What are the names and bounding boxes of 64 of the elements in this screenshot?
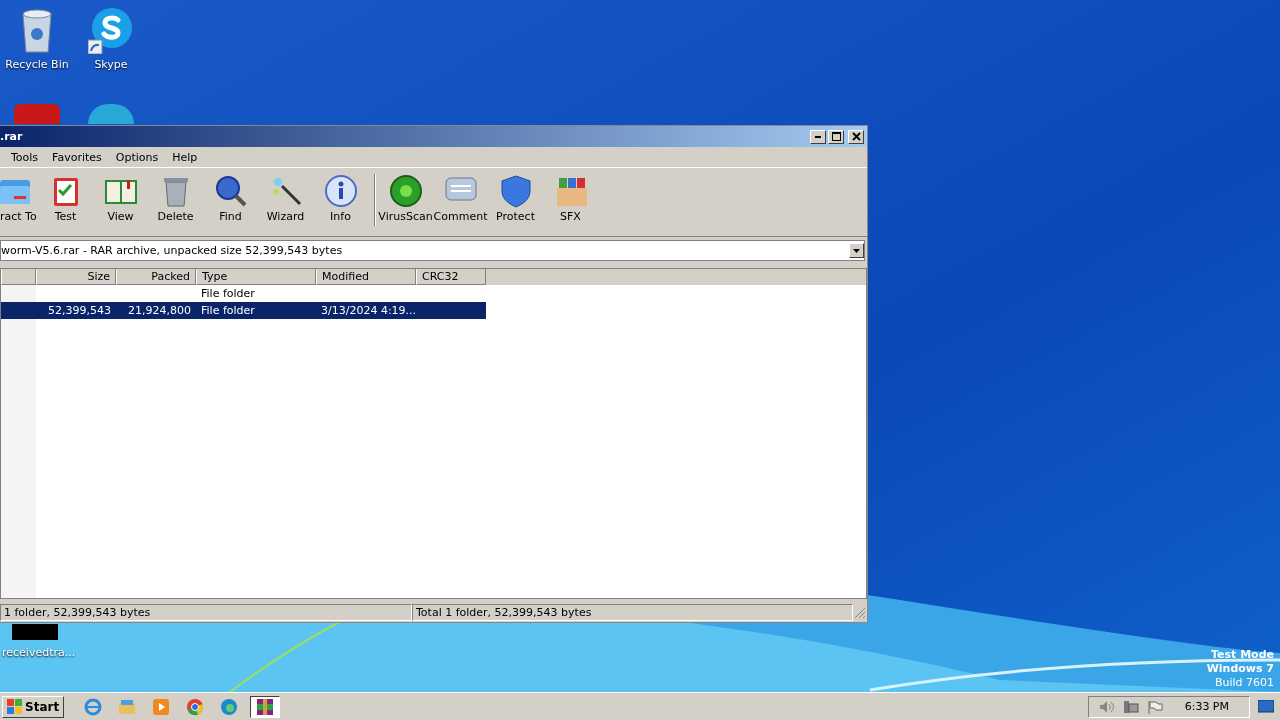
toolbar-button[interactable]: Comment — [433, 174, 488, 223]
resize-grip-icon[interactable] — [854, 606, 866, 619]
desktop-icon-label[interactable]: Skype — [94, 58, 128, 71]
status-pane: Total 1 folder, 52,399,543 bytes — [412, 604, 853, 621]
taskbar-app[interactable] — [250, 695, 281, 718]
minimize-icon — [815, 135, 821, 138]
bug-scan-icon — [387, 174, 424, 208]
file-row[interactable]: File folder — [1, 285, 486, 302]
toolbar-button[interactable]: View — [93, 174, 148, 223]
toolbar-button[interactable]: Delete — [148, 174, 203, 223]
close-icon — [851, 132, 861, 141]
windows-logo — [7, 698, 23, 715]
menu-item[interactable]: Help — [165, 150, 205, 164]
maximize-icon — [831, 132, 841, 141]
table-cell: 21,924,800 — [128, 304, 191, 317]
table-cell: File folder — [201, 304, 255, 317]
toolbar-button[interactable]: Test — [38, 174, 93, 223]
menu-item[interactable]: Tools — [4, 150, 46, 164]
chrome-icon — [186, 697, 205, 716]
system-info-text: Build 7601 — [1214, 676, 1274, 690]
minimize-button[interactable] — [810, 129, 826, 144]
browser-icon — [84, 697, 103, 716]
table-cell: File folder — [201, 287, 255, 300]
table-cell: 3/13/2024 4:19... — [321, 304, 417, 317]
edge-icon — [220, 697, 239, 716]
info-icon — [322, 174, 359, 208]
monitor-icon — [1258, 699, 1274, 714]
skype-icon[interactable] — [88, 8, 134, 54]
speaker-icon[interactable] — [1098, 699, 1115, 714]
column-header[interactable]: Size — [36, 269, 116, 285]
play-icon — [152, 697, 171, 716]
column-header[interactable]: CRC32 — [416, 269, 486, 285]
caret-icon — [853, 248, 860, 253]
close-button[interactable] — [848, 129, 864, 144]
column-header[interactable]: Type — [196, 269, 316, 285]
menu-item[interactable]: Favorites — [45, 150, 109, 164]
status-pane: 1 folder, 52,399,543 bytes — [0, 604, 412, 621]
path-field[interactable]: worm-V5.6.rar - RAR archive, unpacked size 52,399,543 bytes — [0, 240, 865, 261]
clock[interactable]: 6:33 PM — [1184, 700, 1229, 713]
recycle-bin-icon[interactable] — [19, 8, 55, 54]
toolbar-button[interactable]: ract To — [0, 174, 38, 223]
desktop-icon-label[interactable]: Recycle Bin — [5, 58, 69, 71]
toolbar-button[interactable]: Find — [203, 174, 258, 223]
network-icon[interactable] — [1122, 699, 1139, 714]
toolbar-button[interactable]: VirusScan — [378, 174, 433, 223]
column-header[interactable]: Modified — [316, 269, 416, 285]
dropdown-button[interactable] — [849, 243, 864, 258]
window-title: .rar — [0, 130, 23, 143]
system-info-text: Test Mode — [1211, 648, 1274, 662]
flag-icon[interactable] — [1146, 699, 1163, 714]
menu-item[interactable]: Options — [108, 150, 166, 164]
show-desktop-button[interactable] — [1258, 699, 1274, 714]
start-button[interactable]: Start — [2, 695, 65, 718]
toolbar-button[interactable]: Protect — [488, 174, 543, 223]
file-row[interactable]: 52,399,543 21,924,800 File folder 3/13/2024 4:19... — [1, 302, 486, 319]
toolbar-button[interactable]: Info — [313, 174, 368, 223]
table-cell: 52,399,543 — [48, 304, 111, 317]
toolbar-button[interactable]: Wizard — [258, 174, 313, 223]
maximize-button[interactable] — [828, 129, 844, 144]
archive-icon — [256, 697, 275, 716]
column-header[interactable]: Packed — [116, 269, 196, 285]
toolbar-button[interactable]: SFX — [543, 174, 598, 223]
system-info-text: Windows 7 — [1206, 662, 1274, 676]
folder-icon — [118, 697, 137, 716]
